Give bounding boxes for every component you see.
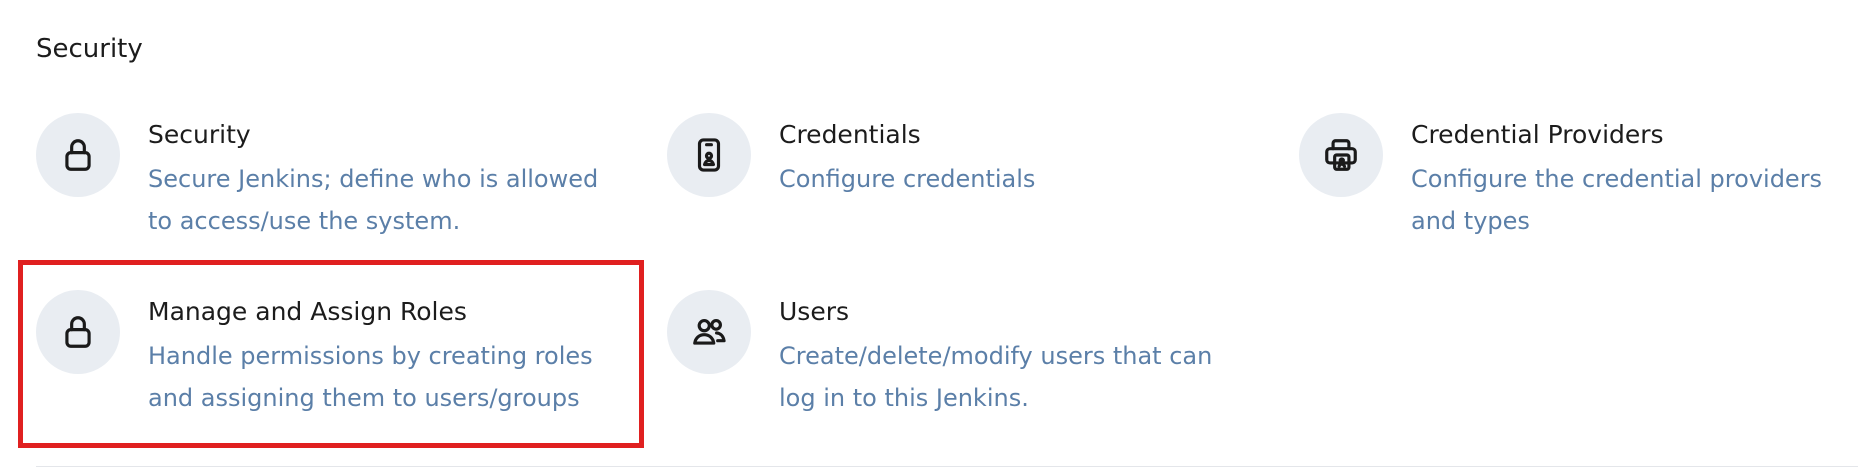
item-security-desc: Secure Jenkins; define who is allowed to… bbox=[148, 164, 599, 235]
item-credentials-title: Credentials bbox=[779, 120, 921, 149]
section-title: Security bbox=[36, 34, 143, 64]
divider bbox=[36, 466, 1858, 467]
lock-icon bbox=[36, 113, 120, 197]
id-badge-icon bbox=[667, 113, 751, 197]
item-credential-providers-desc: Configure the credential providers and t… bbox=[1411, 164, 1823, 235]
item-credential-providers-title: Credential Providers bbox=[1411, 120, 1664, 149]
item-credentials-desc: Configure credentials bbox=[779, 164, 1036, 193]
printer-id-icon bbox=[1299, 113, 1383, 197]
highlight-box bbox=[18, 260, 644, 448]
users-icon bbox=[667, 290, 751, 374]
item-users[interactable]: Users Create/delete/modify users that ca… bbox=[667, 290, 1212, 419]
item-credential-providers[interactable]: Credential Providers Configure the crede… bbox=[1299, 113, 1822, 242]
item-security-title: Security bbox=[148, 120, 251, 149]
item-users-title: Users bbox=[779, 297, 850, 326]
item-users-desc: Create/delete/modify users that can log … bbox=[779, 341, 1213, 412]
item-security[interactable]: Security Secure Jenkins; define who is a… bbox=[36, 113, 598, 242]
item-credentials[interactable]: Credentials Configure credentials bbox=[667, 113, 1035, 200]
